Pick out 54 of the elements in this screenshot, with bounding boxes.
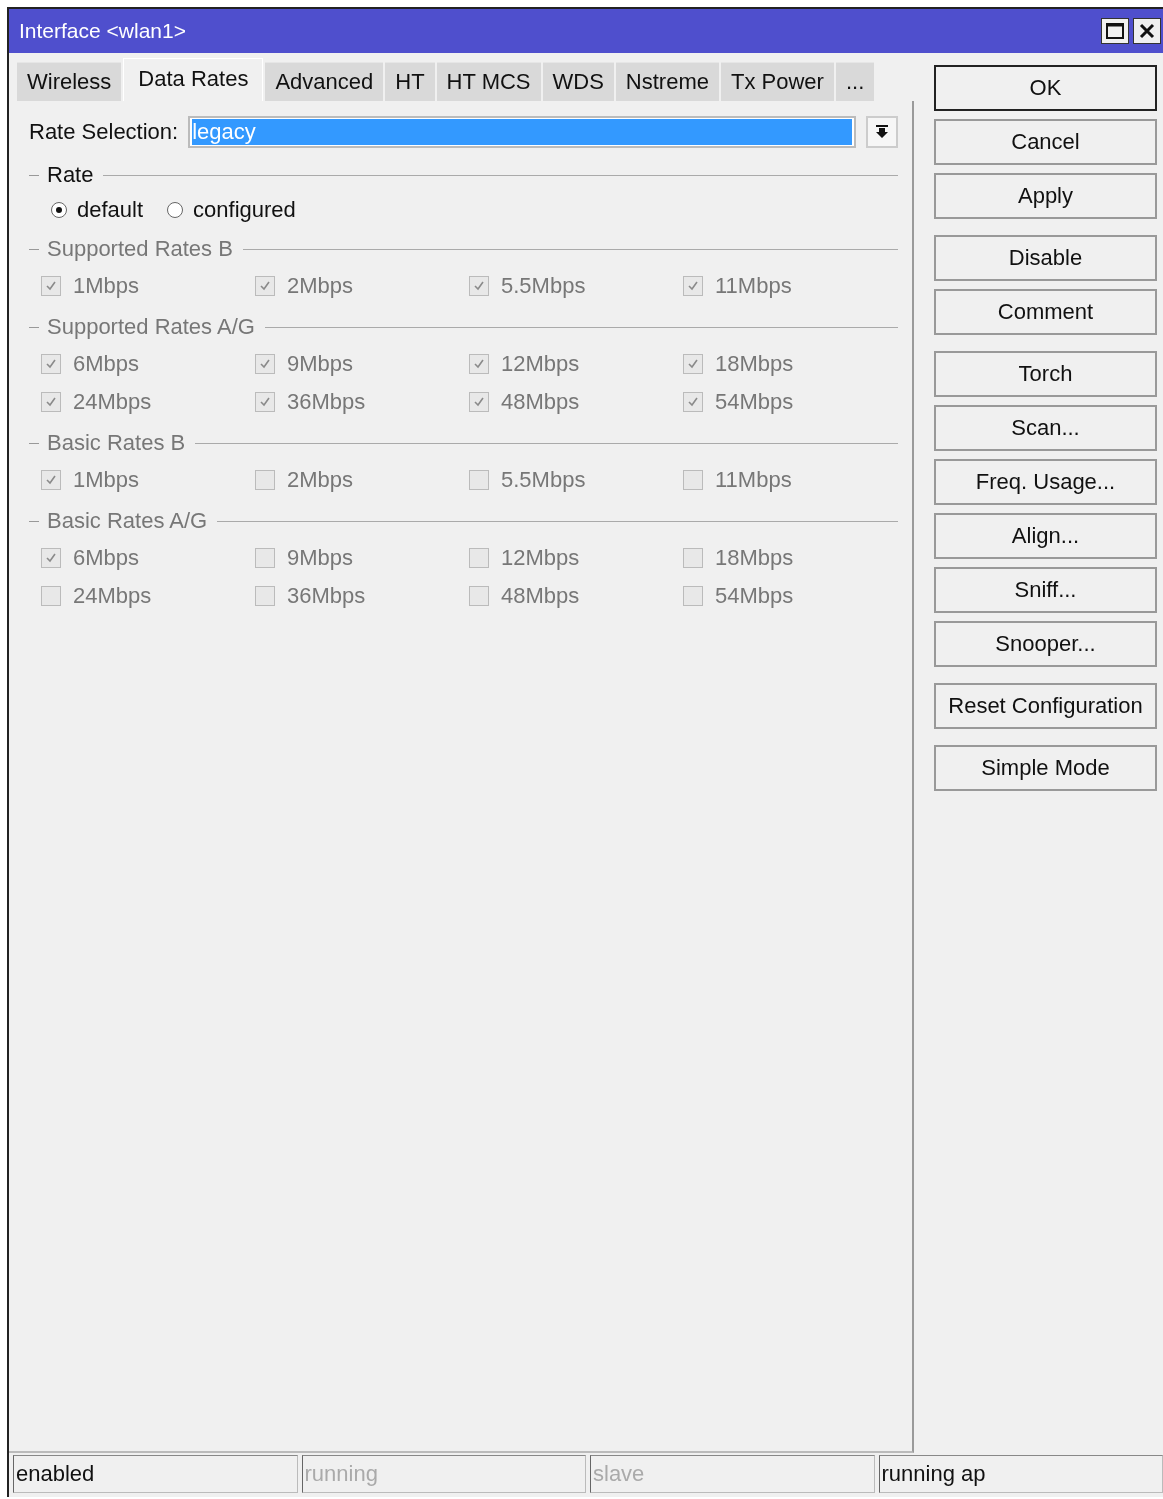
checkmark-icon: [45, 396, 57, 408]
checkmark-icon: [687, 280, 699, 292]
button[interactable]: OK: [934, 65, 1157, 111]
checkmark-icon: [45, 358, 57, 370]
dropdown-button[interactable]: [866, 116, 898, 148]
tab[interactable]: Data Rates: [123, 58, 264, 101]
checkmark-icon: [687, 358, 699, 370]
button[interactable]: Sniff...: [934, 567, 1157, 613]
button[interactable]: Torch: [934, 351, 1157, 397]
checkmark-icon: [473, 280, 485, 292]
tab[interactable]: HT MCS: [436, 62, 541, 101]
checkmark-icon: [45, 552, 57, 564]
status-field: running: [301, 1455, 586, 1493]
window-title: Interface <wlan1>: [19, 19, 186, 43]
button[interactable]: Comment: [934, 289, 1157, 335]
button[interactable]: Align...: [934, 513, 1157, 559]
close-icon[interactable]: [1133, 18, 1161, 44]
tab[interactable]: Advanced: [265, 62, 384, 101]
checkmark-icon: [687, 396, 699, 408]
tab[interactable]: Nstreme: [615, 62, 719, 101]
checkmark-icon: [45, 474, 57, 486]
button[interactable]: Disable: [934, 235, 1157, 281]
maximize-icon[interactable]: [1101, 18, 1129, 44]
group-title: Basic Rates B: [47, 430, 186, 456]
tab[interactable]: Wireless: [17, 62, 122, 101]
group-title: Basic Rates A/G: [47, 508, 208, 534]
radio-option[interactable]: default: [51, 197, 144, 223]
group-title: Rate: [47, 162, 94, 188]
rate-selection-field[interactable]: legacy: [188, 116, 856, 148]
checkmark-icon: [259, 280, 271, 292]
checkmark-icon: [259, 396, 271, 408]
checkmark-icon: [473, 358, 485, 370]
tab[interactable]: Tx Power: [721, 62, 834, 101]
field-label: Rate Selection:: [29, 119, 179, 145]
checkmark-icon: [45, 280, 57, 292]
status-field: running ap: [878, 1455, 1163, 1493]
status-field: enabled: [13, 1455, 298, 1493]
group-title: Supported Rates B: [47, 236, 233, 262]
checkmark-icon: [473, 396, 485, 408]
status-field: slave: [590, 1455, 875, 1493]
checkmark-icon: [259, 358, 271, 370]
button[interactable]: Simple Mode: [934, 745, 1157, 791]
tab[interactable]: WDS: [542, 62, 614, 101]
radio-option[interactable]: configured: [167, 197, 296, 223]
tab[interactable]: HT: [385, 62, 435, 101]
down-arrow-icon: [876, 125, 888, 139]
button[interactable]: Cancel: [934, 119, 1157, 165]
button[interactable]: Snooper...: [934, 621, 1157, 667]
tab[interactable]: ...: [835, 62, 875, 101]
group-title: Supported Rates A/G: [47, 314, 255, 340]
button[interactable]: Apply: [934, 173, 1157, 219]
button[interactable]: Reset Configuration: [934, 683, 1157, 729]
button[interactable]: Scan...: [934, 405, 1157, 451]
button[interactable]: Freq. Usage...: [934, 459, 1157, 505]
